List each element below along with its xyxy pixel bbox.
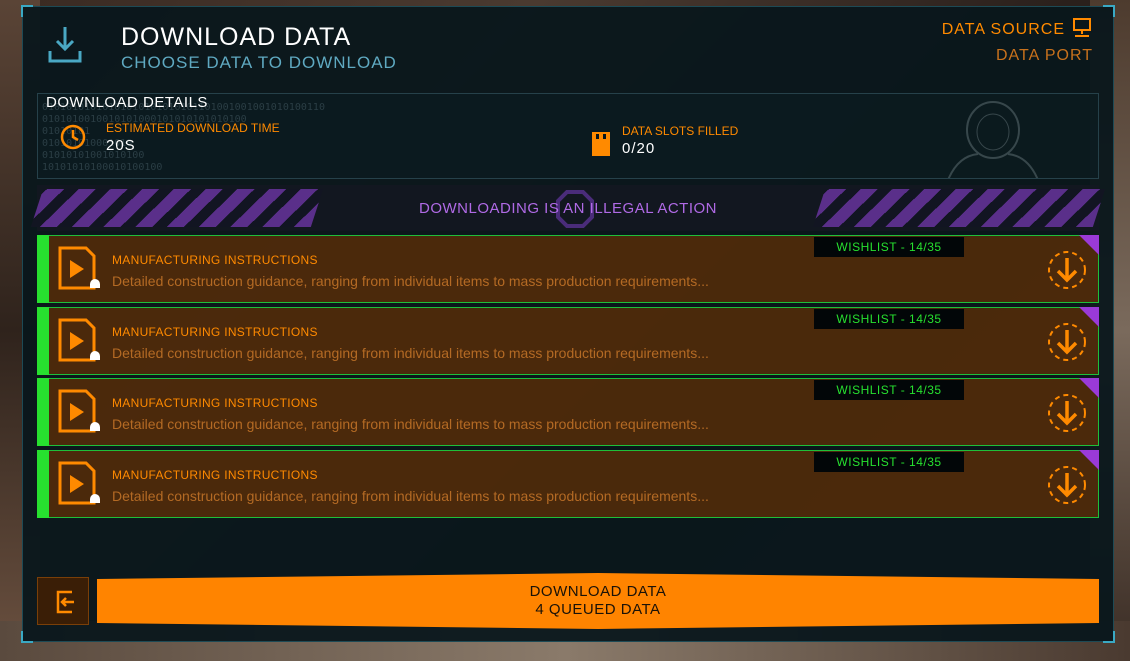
list-item[interactable]: MANUFACTURING INSTRUCTIONS Detailed cons… [37, 378, 1099, 446]
item-description: Detailed construction guidance, ranging … [112, 416, 709, 432]
wishlist-badge: WISHLIST - 14/35 [814, 237, 964, 257]
page-title: DOWNLOAD DATA [121, 23, 352, 51]
corner-decoration [1103, 5, 1115, 17]
play-document-icon [58, 461, 100, 505]
clock-icon [60, 124, 86, 150]
corner-flag [1079, 307, 1099, 327]
illegal-warning-banner: DOWNLOADING IS AN ILLEGAL ACTION [30, 185, 1106, 231]
item-title: MANUFACTURING INSTRUCTIONS [112, 325, 318, 339]
play-document-icon [58, 389, 100, 433]
download-data-button[interactable]: DOWNLOAD DATA 4 QUEUED DATA [97, 573, 1099, 629]
item-description: Detailed construction guidance, ranging … [112, 345, 709, 361]
data-chip-icon [592, 132, 610, 156]
queued-count-label: 4 QUEUED DATA [535, 601, 661, 618]
selected-indicator [37, 307, 49, 375]
download-tray-icon [48, 27, 82, 63]
data-source-value: DATA PORT [995, 47, 1093, 64]
selected-indicator [37, 450, 49, 518]
page-subtitle: CHOOSE DATA TO DOWNLOAD [121, 53, 397, 72]
data-source-label: DATA SOURCE [941, 21, 1065, 38]
item-title: MANUFACTURING INSTRUCTIONS [112, 253, 318, 267]
selected-indicator [37, 378, 49, 446]
details-title: DOWNLOAD DETAILS [46, 94, 208, 111]
download-circle-icon[interactable] [1046, 321, 1088, 363]
play-document-icon [58, 246, 100, 290]
list-item[interactable]: MANUFACTURING INSTRUCTIONS Detailed cons… [37, 235, 1099, 303]
list-item[interactable]: MANUFACTURING INSTRUCTIONS Detailed cons… [37, 450, 1099, 518]
corner-flag [1079, 235, 1099, 255]
corner-flag [1079, 378, 1099, 398]
download-circle-icon[interactable] [1046, 249, 1088, 291]
item-description: Detailed construction guidance, ranging … [112, 273, 709, 289]
download-circle-icon[interactable] [1046, 464, 1088, 506]
selected-indicator [37, 235, 49, 303]
data-slots-value: 0/20 [622, 140, 656, 157]
download-panel: DOWNLOAD DATA CHOOSE DATA TO DOWNLOAD DA… [21, 5, 1115, 643]
warning-text: DOWNLOADING IS AN ILLEGAL ACTION [418, 200, 717, 217]
corner-decoration [21, 5, 33, 17]
item-description: Detailed construction guidance, ranging … [112, 488, 709, 504]
corner-decoration [21, 631, 33, 643]
corner-decoration [1103, 631, 1115, 643]
footer-actions: DOWNLOAD DATA 4 QUEUED DATA [37, 573, 1099, 629]
monitor-icon [1073, 18, 1091, 37]
estimated-time-label: ESTIMATED DOWNLOAD TIME [106, 121, 280, 135]
estimated-time-value: 20S [106, 137, 136, 154]
wishlist-badge: WISHLIST - 14/35 [814, 380, 964, 400]
exit-button[interactable] [37, 577, 89, 625]
download-details: 0101010101010101010101010110100100100101… [37, 93, 1099, 179]
astronaut-silhouette-icon [947, 101, 1039, 178]
data-slots-label: DATA SLOTS FILLED [622, 124, 739, 138]
item-title: MANUFACTURING INSTRUCTIONS [112, 468, 318, 482]
wishlist-badge: WISHLIST - 14/35 [814, 452, 964, 472]
download-circle-icon[interactable] [1046, 392, 1088, 434]
play-document-icon [58, 318, 100, 362]
item-title: MANUFACTURING INSTRUCTIONS [112, 396, 318, 410]
wishlist-badge: WISHLIST - 14/35 [814, 309, 964, 329]
list-item[interactable]: MANUFACTURING INSTRUCTIONS Detailed cons… [37, 307, 1099, 375]
download-button-label: DOWNLOAD DATA [529, 583, 667, 600]
exit-icon [56, 590, 74, 614]
corner-flag [1079, 450, 1099, 470]
